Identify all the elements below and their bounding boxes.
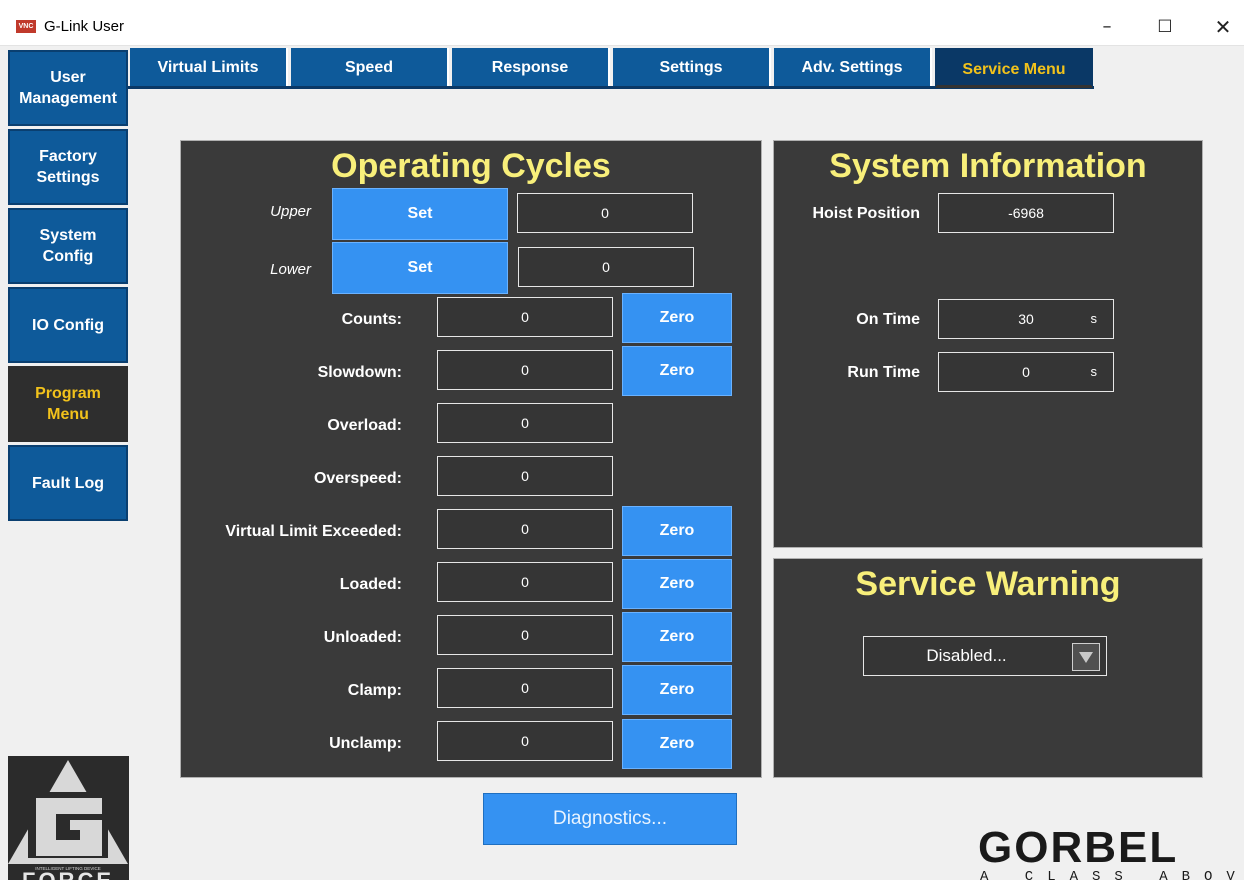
upper-value-field: 0 — [517, 193, 693, 233]
sidebar-item-user-management[interactable]: User Management — [8, 50, 128, 126]
chevron-down-icon[interactable] — [1072, 643, 1100, 671]
unclamp-label: Unclamp: — [329, 735, 402, 752]
gorbel-tagline: A CLASS ABOVE — [980, 869, 1244, 880]
overload-field: 0 — [437, 403, 613, 443]
sidebar-item-system-config[interactable]: System Config — [8, 208, 128, 284]
gforce-wordmark: FORCE — [22, 868, 114, 880]
operating-cycles-panel: Operating Cycles Upper Set 0 Lower Set 0… — [180, 140, 762, 778]
gforce-logo: INTELLIGENT LIFTING DEVICE FORCE — [8, 756, 129, 880]
dropdown-value: Disabled... — [926, 646, 1007, 665]
minimize-button[interactable]: – — [1092, 14, 1122, 40]
on-time-value: 30 — [1018, 311, 1034, 327]
panel-title: System Information — [829, 147, 1147, 185]
virtual-limit-exceeded-zero-button[interactable]: Zero — [622, 506, 732, 556]
sidebar-item-label: IO Config — [32, 316, 104, 334]
clamp-field: 0 — [437, 668, 613, 708]
tab-service-menu[interactable]: Service Menu — [935, 48, 1093, 88]
sidebar-item-label: System Config — [39, 227, 97, 265]
service-warning-dropdown[interactable]: Disabled... — [863, 636, 1107, 676]
run-time-label: Run Time — [847, 364, 920, 381]
tab-response[interactable]: Response — [452, 48, 610, 88]
lower-label: Lower — [270, 261, 311, 278]
unloaded-zero-button[interactable]: Zero — [622, 612, 732, 662]
on-time-field: 30 s — [938, 299, 1114, 339]
system-information-panel: System Information Hoist Position -6968 … — [773, 140, 1203, 548]
diagnostics-button[interactable]: Diagnostics... — [483, 793, 737, 845]
unloaded-field: 0 — [437, 615, 613, 655]
sidebar-item-io-config[interactable]: IO Config — [8, 287, 128, 363]
overspeed-field: 0 — [437, 456, 613, 496]
tab-settings[interactable]: Settings — [613, 48, 771, 88]
loaded-label: Loaded: — [339, 576, 402, 593]
sidebar-item-label: User Management — [19, 69, 117, 107]
gorbel-wordmark: GORBEL — [978, 824, 1178, 872]
panel-title: Service Warning — [855, 565, 1121, 603]
slowdown-label: Slowdown: — [317, 364, 402, 381]
tab-adv-settings[interactable]: Adv. Settings — [774, 48, 932, 88]
sidebar-item-factory-settings[interactable]: Factory Settings — [8, 129, 128, 205]
on-time-unit: s — [1090, 311, 1098, 326]
overload-label: Overload: — [327, 417, 402, 434]
counts-label: Counts: — [341, 311, 402, 328]
slowdown-field: 0 — [437, 350, 613, 390]
upper-label: Upper — [270, 203, 311, 220]
run-time-unit: s — [1090, 364, 1098, 379]
tab-speed[interactable]: Speed — [291, 48, 449, 88]
counts-zero-button[interactable]: Zero — [622, 293, 732, 343]
hoist-position-field: -6968 — [938, 193, 1114, 233]
sidebar-item-fault-log[interactable]: Fault Log — [8, 445, 128, 521]
loaded-zero-button[interactable]: Zero — [622, 559, 732, 609]
run-time-field: 0 s — [938, 352, 1114, 392]
panel-title: Operating Cycles — [331, 147, 611, 185]
lower-set-button[interactable]: Set — [332, 242, 508, 294]
on-time-label: On Time — [856, 311, 920, 328]
close-button[interactable]: ✕ — [1208, 14, 1238, 40]
virtual-limit-exceeded-label: Virtual Limit Exceeded: — [225, 523, 402, 540]
virtual-limit-exceeded-field: 0 — [437, 509, 613, 549]
run-time-value: 0 — [1022, 364, 1030, 380]
counts-field: 0 — [437, 297, 613, 337]
sidebar-item-label: Fault Log — [32, 474, 104, 492]
slowdown-zero-button[interactable]: Zero — [622, 346, 732, 396]
hoist-position-label: Hoist Position — [812, 205, 920, 222]
clamp-zero-button[interactable]: Zero — [622, 665, 732, 715]
upper-set-button[interactable]: Set — [332, 188, 508, 240]
clamp-label: Clamp: — [347, 682, 402, 699]
window-title-bar: VNC G-Link User – ☐ ✕ — [0, 0, 1244, 46]
maximize-button[interactable]: ☐ — [1150, 14, 1180, 40]
unclamp-zero-button[interactable]: Zero — [622, 719, 732, 769]
lower-value-field: 0 — [518, 247, 694, 287]
unloaded-label: Unloaded: — [323, 629, 402, 646]
unclamp-field: 0 — [437, 721, 613, 761]
loaded-field: 0 — [437, 562, 613, 602]
sidebar-item-program-menu[interactable]: Program Menu — [8, 366, 128, 442]
tab-virtual-limits[interactable]: Virtual Limits — [130, 48, 288, 88]
sidebar-item-label: Factory Settings — [36, 148, 100, 186]
sidebar-item-label: Program Menu — [35, 385, 101, 423]
overspeed-label: Overspeed: — [313, 470, 402, 487]
window-title: G-Link User — [44, 18, 125, 35]
app-icon: VNC — [16, 20, 36, 33]
gorbel-logo: GORBEL A CLASS ABOVE — [976, 823, 1244, 880]
